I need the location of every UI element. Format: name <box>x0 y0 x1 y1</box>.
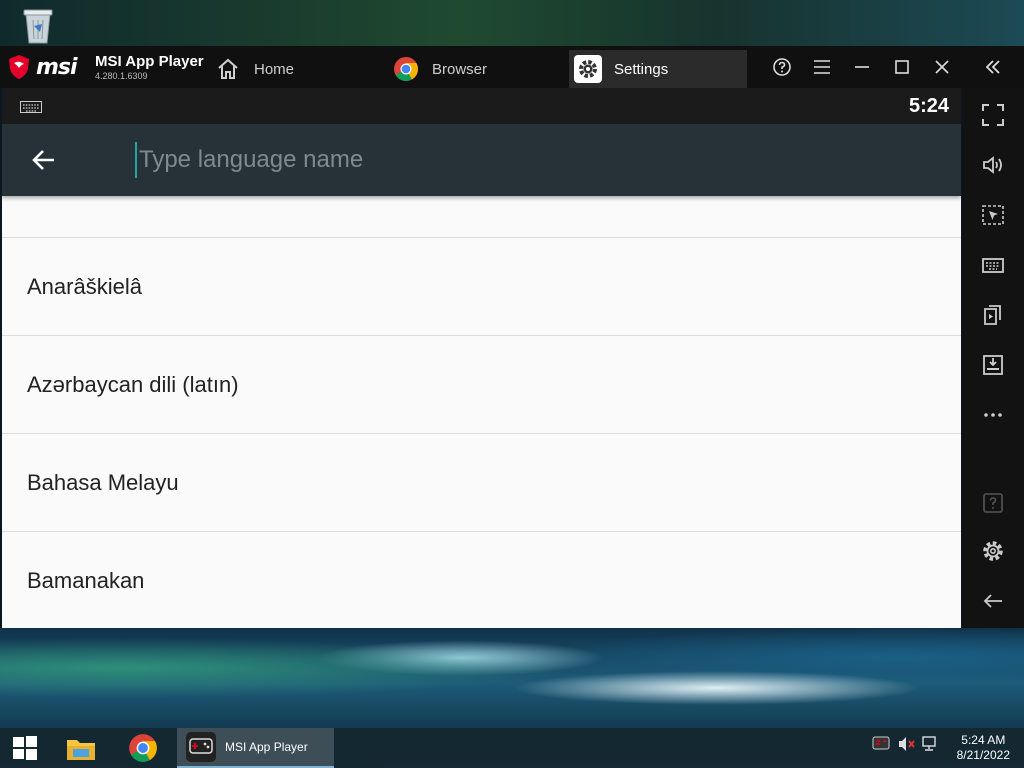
select-area-icon[interactable] <box>978 200 1008 230</box>
folder-icon <box>67 740 95 760</box>
tab-browser[interactable]: Browser <box>392 50 562 88</box>
close-icon[interactable] <box>922 46 962 88</box>
list-item[interactable]: Bahasa Melayu <box>2 434 961 532</box>
android-status-bar: 5:24 <box>2 88 961 124</box>
msi-app-player-icon <box>186 732 216 762</box>
search-toolbar <box>2 124 961 196</box>
tab-settings[interactable]: Settings <box>569 50 747 88</box>
msi-brand-text: msi <box>36 54 78 80</box>
menu-icon[interactable] <box>802 46 842 88</box>
app-version: 4.280.1.6309 <box>95 71 148 81</box>
windows-logo-icon <box>13 736 37 760</box>
windows-taskbar: MSI App Player 5:24 AM 8/21/2022 <box>0 728 1024 768</box>
recycle-bin-icon[interactable] <box>20 6 56 44</box>
volume-icon[interactable] <box>978 150 1008 180</box>
start-button[interactable] <box>0 728 50 768</box>
tab-settings-label: Settings <box>614 60 669 78</box>
msi-app-player-window: msi MSI App Player 4.280.1.6309 Home Bro… <box>0 46 1024 628</box>
settings-gear-icon[interactable] <box>978 536 1008 566</box>
tab-home[interactable]: Home <box>214 50 374 88</box>
back-arrow-icon[interactable] <box>28 144 60 176</box>
language-list: Akan Anarâškielâ Azərbaycan dili (latın)… <box>2 176 961 628</box>
android-screen: 5:24 Akan Anarâškielâ Azərbaycan dili (l… <box>2 88 961 628</box>
gear-icon <box>574 55 602 83</box>
list-item[interactable]: Bamanakan <box>2 532 961 628</box>
help-icon[interactable] <box>762 46 802 88</box>
media-manager-icon[interactable] <box>978 300 1008 330</box>
home-icon <box>214 55 242 83</box>
maximize-icon[interactable] <box>882 46 922 88</box>
fullscreen-icon[interactable] <box>978 100 1008 130</box>
titlebar: msi MSI App Player 4.280.1.6309 Home Bro… <box>0 46 1024 88</box>
status-clock: 5:24 <box>908 95 949 117</box>
list-item[interactable]: Anarâškielâ <box>2 238 961 336</box>
tab-home-label: Home <box>254 60 295 78</box>
keyboard-mapping-icon[interactable] <box>978 250 1008 280</box>
list-item[interactable]: Azərbaycan dili (latın) <box>2 336 961 434</box>
window-controls <box>762 46 1024 88</box>
volume-muted-icon[interactable] <box>898 736 916 752</box>
android-back-icon[interactable] <box>978 586 1008 616</box>
language-label: Azərbaycan dili (latın) <box>27 372 239 397</box>
app-title: MSI App Player <box>95 53 204 70</box>
desktop-wallpaper-top <box>0 0 1024 46</box>
msi-app-player-taskbar-button[interactable]: MSI App Player <box>177 728 334 768</box>
language-label: Bahasa Melayu <box>27 470 179 495</box>
system-time: 5:24 AM <box>961 733 1006 747</box>
keyboard-icon <box>20 100 42 118</box>
chrome-icon <box>129 734 157 762</box>
chrome-icon <box>392 55 420 83</box>
file-explorer-button[interactable] <box>58 728 104 768</box>
install-apk-icon[interactable] <box>978 350 1008 380</box>
system-clock[interactable]: 5:24 AM 8/21/2022 <box>957 733 1010 763</box>
tray-app-icon[interactable] <box>872 736 890 750</box>
network-icon[interactable] <box>921 736 939 752</box>
msi-logo: msi <box>8 54 78 80</box>
right-sidebar <box>962 88 1024 628</box>
chrome-taskbar-button[interactable] <box>120 728 166 768</box>
language-label: Anarâškielâ <box>27 274 142 299</box>
more-options-icon[interactable] <box>978 400 1008 430</box>
tab-browser-label: Browser <box>432 60 488 78</box>
minimize-icon[interactable] <box>842 46 882 88</box>
help-disabled-icon[interactable] <box>978 488 1008 518</box>
collapse-sidebar-icon[interactable] <box>962 46 1024 88</box>
taskbar-app-label: MSI App Player <box>225 740 308 754</box>
language-search-input[interactable] <box>135 142 915 178</box>
language-label: Bamanakan <box>27 568 145 593</box>
msi-shield-icon <box>9 55 29 79</box>
desktop-wallpaper-bottom <box>0 628 1024 728</box>
system-date: 8/21/2022 <box>956 748 1010 762</box>
